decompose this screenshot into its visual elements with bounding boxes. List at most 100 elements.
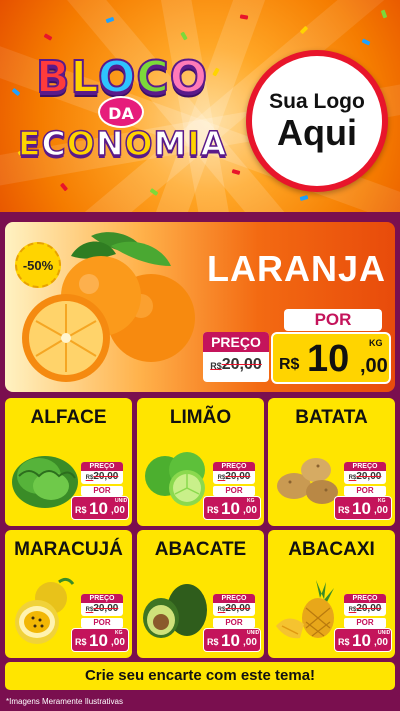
new-price-box: R$ 10 ,00 UNID	[203, 628, 261, 652]
logo-letter: O	[124, 123, 154, 164]
unit-label: KG	[378, 498, 386, 504]
unit-label: UNID	[247, 630, 260, 636]
price-dec: ,00	[243, 637, 257, 648]
logo-letter: O	[169, 51, 209, 104]
logo-letter: O	[66, 123, 96, 164]
product-name: ABACATE	[154, 539, 247, 560]
currency: R$	[338, 637, 350, 647]
currency: R$	[75, 637, 87, 647]
old-price-value: 20,00	[93, 603, 119, 614]
old-price-box: PREÇO R$20,00	[213, 462, 255, 484]
currency: R$	[207, 505, 219, 515]
old-price-box: PREÇO R$20,00	[81, 462, 123, 484]
currency: R$	[75, 505, 87, 515]
por-label: POR	[213, 618, 255, 628]
price-int: 10	[221, 631, 240, 650]
brand-logo-placeholder[interactable]: Sua Logo Aqui	[246, 50, 388, 192]
product-name: MARACUJÁ	[14, 539, 123, 560]
disclaimer-text: *Imagens Meramente Ilustrativas	[6, 697, 123, 706]
old-price: R$20,00	[213, 471, 255, 484]
hero-unit: KG	[369, 338, 383, 348]
por-label: POR	[81, 486, 123, 496]
new-price-box: R$ 10 ,00 UNID	[334, 628, 392, 652]
preco-label: PREÇO	[213, 462, 255, 471]
old-price-value: 20,00	[225, 603, 251, 614]
por-label: POR	[344, 618, 386, 628]
old-price: R$20,00	[344, 471, 386, 484]
logo-letter: C	[41, 123, 67, 164]
product-card-abacate[interactable]: ABACATE PREÇO R$20,00 POR R$ 10 ,00 UNID	[137, 530, 264, 658]
por-label: POR	[81, 618, 123, 628]
price-int: 10	[89, 499, 108, 518]
logo-letter: L	[70, 51, 99, 104]
confetti	[43, 33, 53, 41]
old-price-value: 20,00	[356, 603, 382, 614]
featured-offer-laranja[interactable]: -50% LARANJA POR PREÇO R$20,00 R$ 10 ,00…	[5, 222, 395, 392]
hero-price-dec: ,00	[360, 355, 388, 377]
old-price: R$20,00	[81, 603, 123, 616]
old-price-value: 20,00	[93, 471, 119, 482]
hero-preco-label: PREÇO	[203, 332, 269, 352]
new-price-box: R$ 10 ,00 KG	[334, 496, 392, 520]
preco-label: PREÇO	[344, 462, 386, 471]
price-dec: ,00	[111, 505, 125, 516]
preco-label: PREÇO	[81, 594, 123, 603]
logo-letter: M	[153, 123, 188, 164]
hero-old-price: R$20,00	[203, 356, 269, 374]
hero-currency: R$	[279, 356, 300, 373]
product-name: ALFACE	[30, 407, 107, 428]
hero-new-price-box: R$ 10 ,00 KG	[271, 332, 391, 384]
old-price-value: 20,00	[225, 471, 251, 482]
preco-label: PREÇO	[344, 594, 386, 603]
flyer-page: BLOCO DA ECONOMIA Sua Logo Aqui -50% LAR…	[0, 0, 400, 711]
old-price-value: 20,00	[356, 471, 382, 482]
price-dec: ,00	[374, 637, 388, 648]
price-int: 10	[352, 631, 371, 650]
discount-badge: -50%	[15, 242, 61, 288]
hero-por-label: POR	[284, 309, 382, 331]
new-price-box: R$ 10 ,00 UNID	[71, 496, 129, 520]
currency: R$	[207, 637, 219, 647]
hero-product-name: LARANJA	[207, 248, 387, 289]
price-int: 10	[89, 631, 108, 650]
product-card-abacaxi[interactable]: ABACAXI PREÇO R$20,00 POR R$ 10 ,00 UNID	[268, 530, 395, 658]
logo-letter: N	[95, 123, 125, 164]
cta-banner[interactable]: Crie seu encarte com este tema!	[5, 662, 395, 690]
product-name: BATATA	[295, 407, 368, 428]
bloco-da-economia-logo: BLOCO DA ECONOMIA	[14, 51, 234, 177]
old-price-box: PREÇO R$20,00	[344, 594, 386, 616]
price-dec: ,00	[243, 505, 257, 516]
price-int: 10	[352, 499, 371, 518]
product-card-maracuja[interactable]: MARACUJÁ PREÇO R$20,00 POR R$ 10 ,00 KG	[5, 530, 132, 658]
logo-letter: C	[135, 51, 170, 104]
logo-letter: E	[17, 123, 42, 164]
confetti	[380, 9, 388, 19]
brand-logo-line1: Sua Logo	[269, 90, 365, 113]
old-price-box: PREÇO R$20,00	[344, 462, 386, 484]
confetti	[299, 195, 309, 201]
confetti	[59, 182, 69, 192]
product-card-alface[interactable]: ALFACE PREÇO R$20,00 POR R$ 10 ,00 UNID	[5, 398, 132, 526]
product-name: ABACAXI	[288, 539, 375, 560]
product-card-batata[interactable]: BATATA PREÇO R$20,00 POR R$ 10 ,00 KG	[268, 398, 395, 526]
currency: R$	[338, 505, 350, 515]
price-dec: ,00	[111, 637, 125, 648]
price-dec: ,00	[374, 505, 388, 516]
avocado-icon	[143, 584, 207, 638]
brand-logo-line2: Aqui	[277, 112, 357, 153]
logo-letter: I	[187, 123, 201, 164]
unit-label: UNID	[378, 630, 391, 636]
por-label: POR	[213, 486, 255, 496]
logo-line-economia: ECONOMIA	[17, 123, 228, 164]
product-card-limao[interactable]: LIMÃO PREÇO R$20,00 POR R$ 10 ,00 KG	[137, 398, 264, 526]
product-name: LIMÃO	[169, 407, 232, 428]
logo-letter: B	[35, 51, 71, 104]
unit-label: KG	[115, 630, 123, 636]
new-price-box: R$ 10 ,00 KG	[203, 496, 261, 520]
hero-old-price-value: 20,00	[221, 356, 262, 373]
passion-fruit-icon	[15, 577, 75, 644]
new-price-box: R$ 10 ,00 KG	[71, 628, 129, 652]
old-price-box: PREÇO R$20,00	[213, 594, 255, 616]
old-price: R$20,00	[213, 603, 255, 616]
logo-letter: A	[200, 123, 228, 164]
